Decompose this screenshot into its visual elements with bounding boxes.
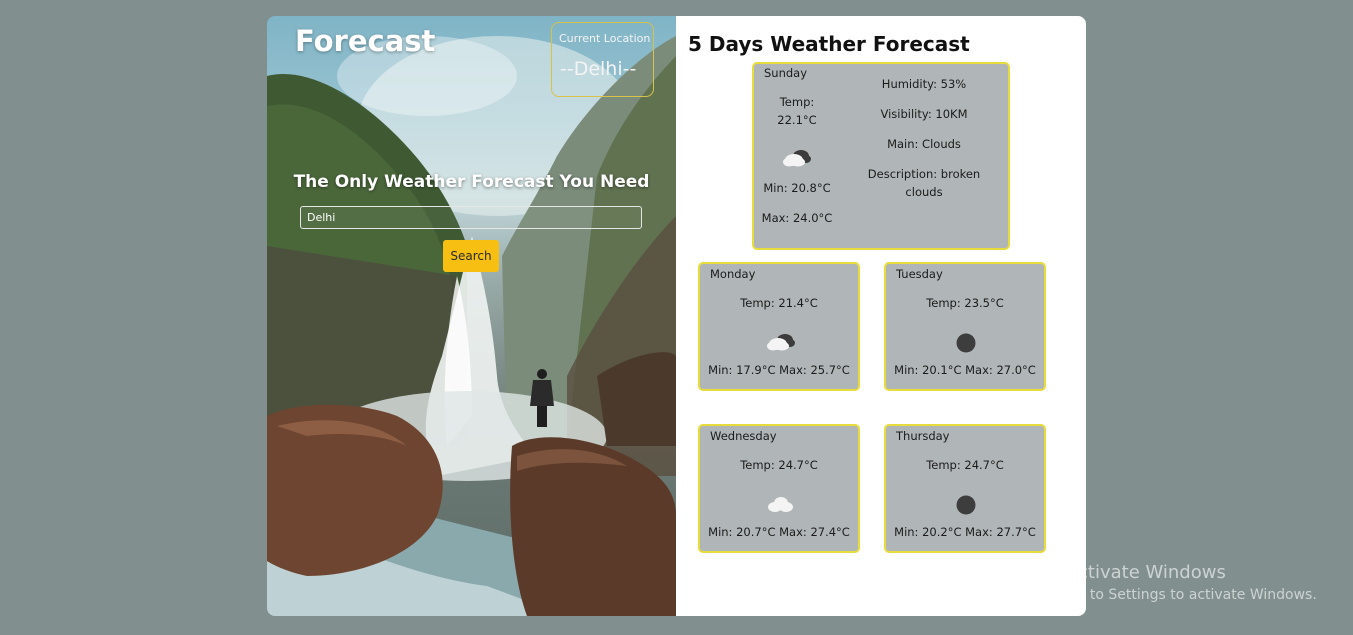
app-title: Forecast bbox=[295, 24, 436, 58]
visibility: Visibility: 10KM bbox=[880, 107, 968, 121]
max-temp: Max: 24.0°C bbox=[761, 211, 833, 225]
current-location-box: Current Location --Delhi-- bbox=[551, 22, 654, 97]
day-label: Thursday bbox=[896, 429, 950, 443]
current-location-caption: Current Location bbox=[559, 32, 651, 45]
forecast-card-wednesday: Wednesday Temp: 24.7°C Min: 20.7°C Max: … bbox=[698, 424, 860, 553]
min-max-temp: Min: 20.2°C Max: 27.7°C bbox=[894, 525, 1036, 539]
min-max-temp: Min: 20.1°C Max: 27.0°C bbox=[894, 363, 1036, 377]
temp-value: Temp: 21.4°C bbox=[740, 296, 818, 310]
min-temp: Min: 20.8°C bbox=[763, 181, 831, 195]
dark-circle-icon bbox=[956, 495, 976, 515]
day-label: Tuesday bbox=[896, 267, 943, 281]
search-button[interactable]: Search bbox=[443, 240, 499, 272]
forecast-panel: 5 Days Weather Forecast Sunday Temp: 22.… bbox=[676, 16, 1086, 616]
current-location-value: --Delhi-- bbox=[560, 58, 637, 80]
activate-windows-title: Activate Windows bbox=[1066, 562, 1226, 583]
min-max-temp: Min: 20.7°C Max: 27.4°C bbox=[708, 525, 850, 539]
description-continued: clouds bbox=[905, 185, 943, 199]
activate-windows-subtitle: Go to Settings to activate Windows. bbox=[1066, 587, 1317, 603]
main-condition: Main: Clouds bbox=[887, 137, 961, 151]
day-label: Wednesday bbox=[710, 429, 777, 443]
temp-value: 22.1°C bbox=[777, 113, 817, 127]
city-search-input[interactable] bbox=[300, 206, 642, 229]
waterfall-background-image bbox=[267, 36, 676, 616]
cloud-icon bbox=[768, 497, 793, 512]
forecast-card-monday: Monday Temp: 21.4°C Min: 17.9°C Max: 25.… bbox=[698, 262, 860, 391]
temp-value: Temp: 24.7°C bbox=[926, 458, 1004, 472]
day-label: Sunday bbox=[764, 66, 808, 80]
description: Description: broken bbox=[867, 167, 981, 181]
forecast-card-tuesday: Tuesday Temp: 23.5°C Min: 20.1°C Max: 27… bbox=[884, 262, 1046, 391]
temp-label: Temp: bbox=[779, 95, 815, 109]
min-max-temp: Min: 17.9°C Max: 25.7°C bbox=[708, 363, 850, 377]
dark-circle-icon bbox=[956, 333, 976, 353]
broken-clouds-icon bbox=[783, 150, 811, 167]
temp-value: Temp: 24.7°C bbox=[740, 458, 818, 472]
broken-clouds-icon bbox=[767, 334, 795, 351]
tagline: The Only Weather Forecast You Need bbox=[293, 172, 650, 192]
humidity: Humidity: 53% bbox=[881, 77, 967, 91]
forecast-title: 5 Days Weather Forecast bbox=[688, 32, 970, 56]
forecast-card-today: Sunday Temp: 22.1°C Min: 20.8°C Max: 24.… bbox=[752, 62, 1010, 250]
temp-value: Temp: 23.5°C bbox=[926, 296, 1004, 310]
hero-panel: Forecast Current Location --Delhi-- The … bbox=[267, 16, 676, 616]
day-label: Monday bbox=[710, 267, 756, 281]
forecast-card-thursday: Thursday Temp: 24.7°C Min: 20.2°C Max: 2… bbox=[884, 424, 1046, 553]
